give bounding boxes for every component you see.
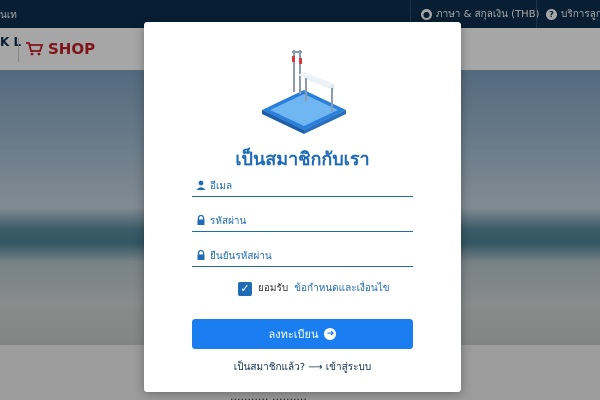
pool-illustration	[262, 50, 346, 134]
confirm-password-field	[192, 245, 413, 267]
modal-title: เป็นสมาชิกกับเรา	[235, 149, 370, 170]
terms-link[interactable]: ข้อกำหนดและเงื่อนไข	[294, 281, 389, 296]
login-link[interactable]: เข้าสู่ระบบ	[326, 362, 371, 373]
user-icon	[196, 180, 206, 190]
password-field	[192, 210, 413, 232]
password-input[interactable]	[210, 212, 410, 230]
accept-terms-checkbox[interactable]: ✓	[238, 281, 252, 296]
email-input[interactable]	[210, 177, 410, 195]
accept-label: ยอมรับ	[258, 283, 289, 294]
lock-icon	[197, 215, 205, 225]
register-label: ลงทะเบียน	[268, 328, 319, 341]
lock-icon	[197, 250, 205, 260]
accept-terms-row: ✓ ยอมรับ ข้อกำหนดและเงื่อนไข	[238, 281, 390, 296]
register-button[interactable]: ลงทะเบียน ➜	[192, 319, 413, 349]
register-modal: เป็นสมาชิกกับเรา ✓ ยอมรับ ข้อกำหนดและเงื…	[144, 22, 461, 392]
login-prompt: เป็นสมาชิกแล้ว?	[233, 362, 306, 373]
confirm-password-input[interactable]	[210, 247, 410, 265]
arrow-right-icon: ➜	[324, 328, 337, 340]
email-field	[192, 175, 413, 197]
arrow-icon: ⟶	[308, 362, 323, 373]
login-prompt-row: เป็นสมาชิกแล้ว? ⟶ เข้าสู่ระบบ	[144, 360, 461, 375]
